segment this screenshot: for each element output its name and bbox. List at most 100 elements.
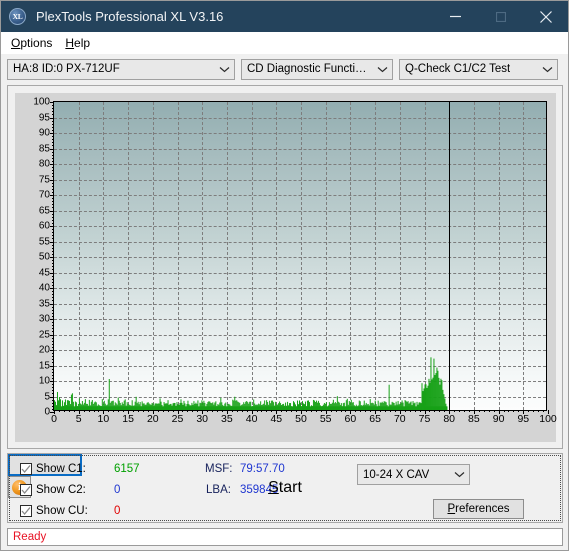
y-axis-tick-label: 95 [38,112,50,123]
window-controls [433,1,568,32]
x-tick-minor [271,410,273,412]
y-axis-tick-label: 100 [33,96,50,108]
status-bar: Ready [7,528,563,546]
y-tick-mark [50,226,54,227]
x-tick-minor [286,410,288,412]
y-axis-tick-label: 30 [38,313,50,325]
chevron-down-icon [542,60,553,79]
y-tick-minor [52,374,54,376]
close-icon[interactable] [523,1,568,32]
start-button[interactable]: Start [8,454,561,521]
y-tick-minor [52,306,54,308]
y-tick-minor [52,235,54,237]
y-tick-minor [52,390,54,392]
x-tick-minor [236,410,238,412]
x-tick-minor [365,410,367,412]
y-tick-minor [52,269,54,271]
x-tick-minor [162,410,164,412]
x-tick-minor [231,410,233,412]
maximize-icon[interactable] [478,1,523,32]
x-tick-minor [212,410,214,412]
y-tick-minor [52,136,54,138]
y-tick-minor [52,377,54,379]
x-axis-tick-label: 5 [75,413,82,425]
menu-item-options[interactable]: Options [7,34,61,52]
x-tick-minor [133,410,135,412]
x-tick-minor [414,410,416,412]
test-select[interactable]: Q-Check C1/C2 Test [399,58,558,80]
preferences-button[interactable]: Preferences [433,499,524,519]
y-tick-minor [52,343,54,345]
y-tick-minor [52,160,54,162]
x-tick-minor [384,410,386,412]
x-tick-minor [528,410,530,412]
y-tick-minor [52,315,54,317]
preferences-button-label: Preferences [447,503,510,515]
y-tick-minor [52,340,54,342]
y-tick-minor [52,139,54,141]
y-tick-minor [52,182,54,184]
x-axis-tick-label: 45 [270,413,283,425]
x-tick-minor [68,410,70,412]
y-tick-minor [52,191,54,193]
x-tick-minor [172,410,174,412]
y-tick-minor [52,322,54,324]
y-tick-minor [52,346,54,348]
y-tick-minor [52,126,54,128]
y-tick-minor [52,244,54,246]
y-tick-minor [52,284,54,286]
y-tick-minor [52,142,54,144]
y-tick-minor [52,278,54,280]
x-tick-minor [93,410,95,412]
x-axis-tick-label: 0 [51,413,57,425]
y-tick-minor [52,281,54,283]
y-axis-tick-label: 10 [38,375,50,387]
y-tick-minor [52,170,54,172]
x-tick-minor [63,410,65,412]
x-tick-minor [360,410,362,412]
menu-bar: Options Help [1,32,568,54]
y-tick-mark [50,257,54,258]
x-tick-minor [503,410,505,412]
y-tick-mark [50,117,54,119]
x-tick-minor [207,410,209,412]
x-tick-minor [488,410,490,412]
y-tick-minor [52,145,54,147]
y-axis-tick-label: 75 [38,174,50,185]
x-tick-minor [370,410,372,412]
x-axis-tick-label: 30 [196,413,209,425]
y-tick-minor [52,371,54,373]
title-bar: XL PlexTools Professional XL V3.16 [1,1,568,32]
y-axis-tick-label: 15 [38,360,50,371]
x-tick-minor [508,410,510,412]
y-tick-mark [50,350,54,351]
y-axis-tick-label: 80 [38,158,50,170]
x-tick-minor [464,410,466,412]
y-tick-mark [50,319,54,320]
y-axis-tick-label: 60 [38,220,50,232]
y-tick-minor [52,297,54,299]
chart-series-c1 [54,357,448,410]
x-axis-tick-label: 75 [418,413,431,425]
y-tick-minor [52,387,54,389]
function-select[interactable]: CD Diagnostic Functions [241,58,393,80]
chart-area: 0 5 10 15 20 25 30 35 40 45 50 55 60 65 70 75 80 85 90 95 10… [15,93,557,442]
chart-panel: 0 5 10 15 20 25 30 35 40 45 50 55 60 65 70 75 80 85 90 95 10… [7,85,563,449]
drive-select[interactable]: HA:8 ID:0 PX-712UF [7,58,235,80]
x-tick-minor [108,410,110,412]
x-tick-minor [434,410,436,412]
x-tick-minor [345,410,347,412]
y-axis-tick-label: 65 [38,205,50,216]
y-tick-minor [52,331,54,333]
y-tick-minor [52,399,54,401]
y-tick-minor [52,402,54,404]
y-tick-minor [52,105,54,107]
menu-item-help[interactable]: Help [61,34,99,52]
x-tick-minor [394,410,396,412]
x-tick-minor [404,410,406,412]
x-tick-minor [83,410,85,412]
minimize-icon[interactable] [433,1,478,32]
x-tick-minor [118,410,120,412]
x-tick-minor [98,410,100,412]
y-axis-tick-label: 5 [44,391,50,402]
